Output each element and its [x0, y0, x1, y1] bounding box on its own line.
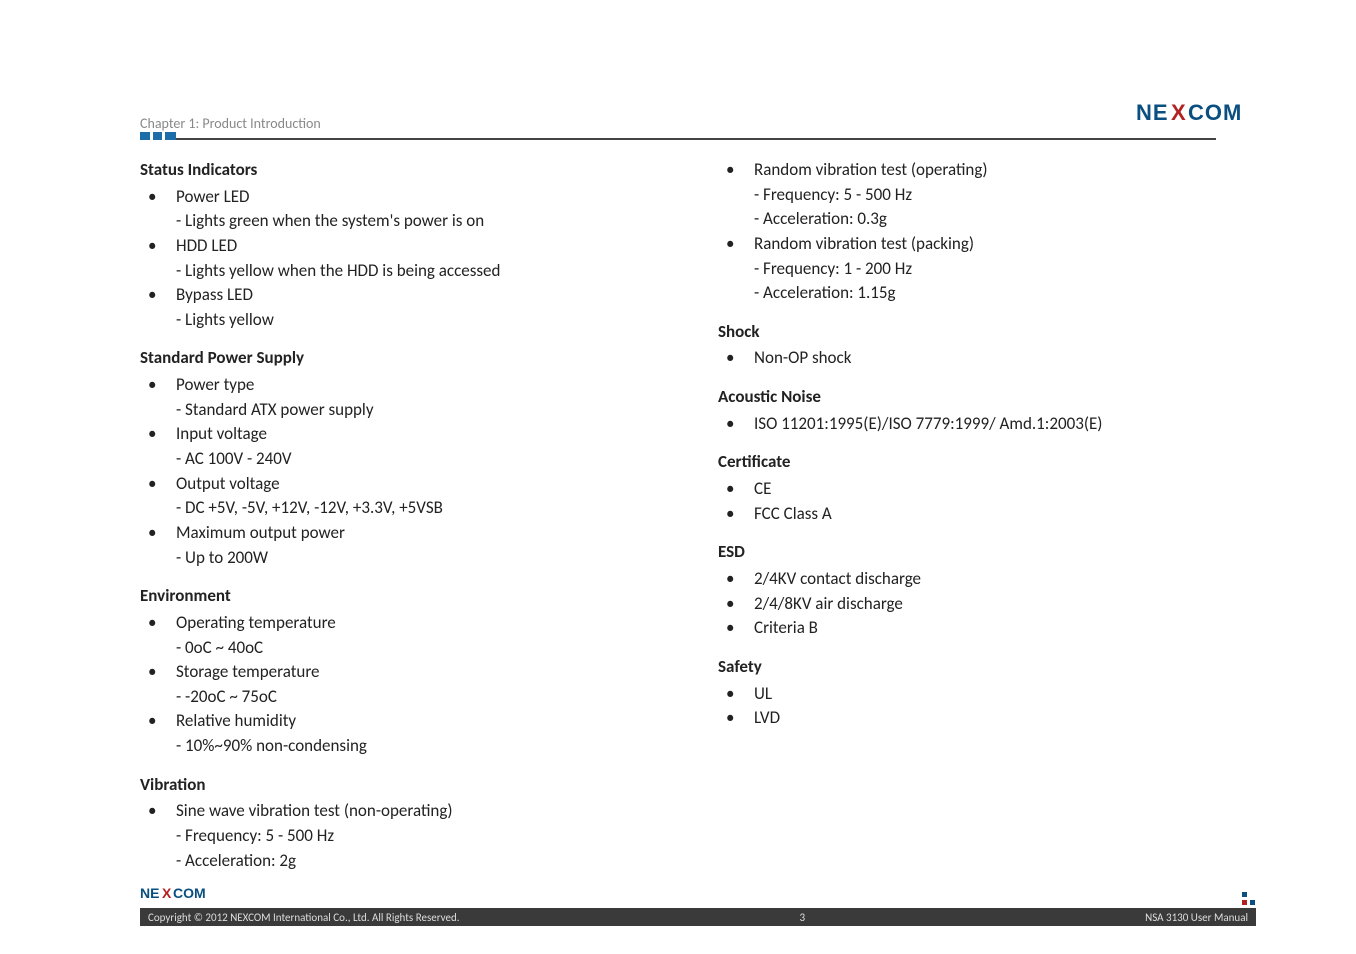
item-detail: - Frequency: 5 - 500 Hz [718, 183, 1216, 208]
item-detail: - Standard ATX power supply [140, 398, 638, 423]
list-item: Input voltage [140, 422, 638, 447]
item-detail: - 10%~90% non-condensing [140, 734, 638, 759]
item-label: Sine wave vibration test (non-operating) [176, 800, 453, 821]
item-label: Power type [176, 374, 254, 395]
item-label: Operating temperature [176, 612, 336, 633]
item-label: FCC Class A [754, 503, 832, 524]
section-safety: Safety [718, 655, 1216, 680]
item-detail: - Lights yellow [140, 308, 638, 333]
list-item: Maximum output power [140, 521, 638, 546]
column-left: Status Indicators Power LED - Lights gre… [140, 158, 638, 873]
item-label: Random vibration test (packing) [754, 233, 974, 254]
item-detail: - 0oC ~ 40oC [140, 636, 638, 661]
item-label: Maximum output power [176, 522, 345, 543]
footer-docref: NSA 3130 User Manual [1145, 911, 1248, 924]
list-item: UL [718, 682, 1216, 707]
brand-logo-footer: NE X COM [140, 885, 1256, 906]
item-label: Storage temperature [176, 661, 319, 682]
item-label: 2/4/8KV air discharge [754, 593, 903, 614]
footer-page-number: 3 [800, 911, 806, 924]
item-detail: - Lights green when the system's power i… [140, 209, 638, 234]
item-detail: - Up to 200W [140, 546, 638, 571]
item-detail: - Frequency: 5 - 500 Hz [140, 824, 638, 849]
svg-text:COM: COM [1188, 100, 1242, 125]
item-detail: - Acceleration: 0.3g [718, 207, 1216, 232]
list-item: Random vibration test (packing) [718, 232, 1216, 257]
item-label: Output voltage [176, 473, 280, 494]
item-label: CE [754, 478, 771, 499]
list-item: Power LED [140, 185, 638, 210]
item-detail: - Acceleration: 1.15g [718, 281, 1216, 306]
section-status-indicators: Status Indicators [140, 158, 638, 183]
section-esd: ESD [718, 540, 1216, 565]
column-right: Random vibration test (operating) - Freq… [718, 158, 1216, 873]
list-item: 2/4/8KV air discharge [718, 592, 1216, 617]
list-status-indicators: Power LED [140, 185, 638, 210]
item-detail: - DC +5V, -5V, +12V, -12V, +3.3V, +5VSB [140, 496, 638, 521]
list-item: LVD [718, 706, 1216, 731]
list-item: Random vibration test (operating) [718, 158, 1216, 183]
item-label: UL [754, 683, 772, 704]
list-item: Non-OP shock [718, 346, 1216, 371]
list-item: Relative humidity [140, 709, 638, 734]
item-label: Power LED [176, 186, 249, 207]
list-item: Power type [140, 373, 638, 398]
item-detail: - Frequency: 1 - 200 Hz [718, 257, 1216, 282]
item-label: Random vibration test (operating) [754, 159, 988, 180]
list-item: FCC Class A [718, 502, 1216, 527]
svg-text:NE: NE [140, 885, 159, 901]
item-detail: - AC 100V - 240V [140, 447, 638, 472]
list-item: ISO 11201:1995(E)/ISO 7779:1999/ Amd.1:2… [718, 412, 1216, 437]
list-item: CE [718, 477, 1216, 502]
item-detail: - -20oC ~ 75oC [140, 685, 638, 710]
section-vibration: Vibration [140, 773, 638, 798]
svg-text:COM: COM [173, 885, 206, 901]
list-item: Criteria B [718, 616, 1216, 641]
section-power-supply: Standard Power Supply [140, 346, 638, 371]
svg-text:NE: NE [1136, 100, 1169, 125]
list-item: Sine wave vibration test (non-operating) [140, 799, 638, 824]
item-detail: - Lights yellow when the HDD is being ac… [140, 259, 638, 284]
list-item: 2/4KV contact discharge [718, 567, 1216, 592]
list-item: Operating temperature [140, 611, 638, 636]
list-item: Bypass LED [140, 283, 638, 308]
item-label: HDD LED [176, 235, 237, 256]
footer-bar: Copyright © 2012 NEXCOM International Co… [140, 908, 1256, 926]
item-detail: - Acceleration: 2g [140, 849, 638, 874]
content-columns: Status Indicators Power LED - Lights gre… [140, 158, 1216, 873]
section-shock: Shock [718, 320, 1216, 345]
item-label: Relative humidity [176, 710, 296, 731]
brand-logo-top: NE X COM [1136, 100, 1266, 126]
header-rule [140, 138, 1216, 140]
list-item: HDD LED [140, 234, 638, 259]
item-label: Non-OP shock [754, 347, 851, 368]
svg-text:X: X [1171, 100, 1186, 125]
chapter-label: Chapter 1: Product Introduction [140, 115, 1216, 132]
section-acoustic-noise: Acoustic Noise [718, 385, 1216, 410]
section-certificate: Certificate [718, 450, 1216, 475]
item-label: Input voltage [176, 423, 267, 444]
item-label: ISO 11201:1995(E)/ISO 7779:1999/ Amd.1:2… [754, 413, 1102, 434]
item-label: Criteria B [754, 617, 818, 638]
item-label: 2/4KV contact discharge [754, 568, 921, 589]
footer-copyright: Copyright © 2012 NEXCOM International Co… [148, 911, 460, 924]
item-label: LVD [754, 707, 780, 728]
list-item: Storage temperature [140, 660, 638, 685]
svg-text:X: X [162, 885, 172, 901]
section-environment: Environment [140, 584, 638, 609]
list-item: Output voltage [140, 472, 638, 497]
item-label: Bypass LED [176, 284, 253, 305]
footer: NE X COM Copyright © 2012 NEXCOM Interna… [140, 885, 1256, 926]
